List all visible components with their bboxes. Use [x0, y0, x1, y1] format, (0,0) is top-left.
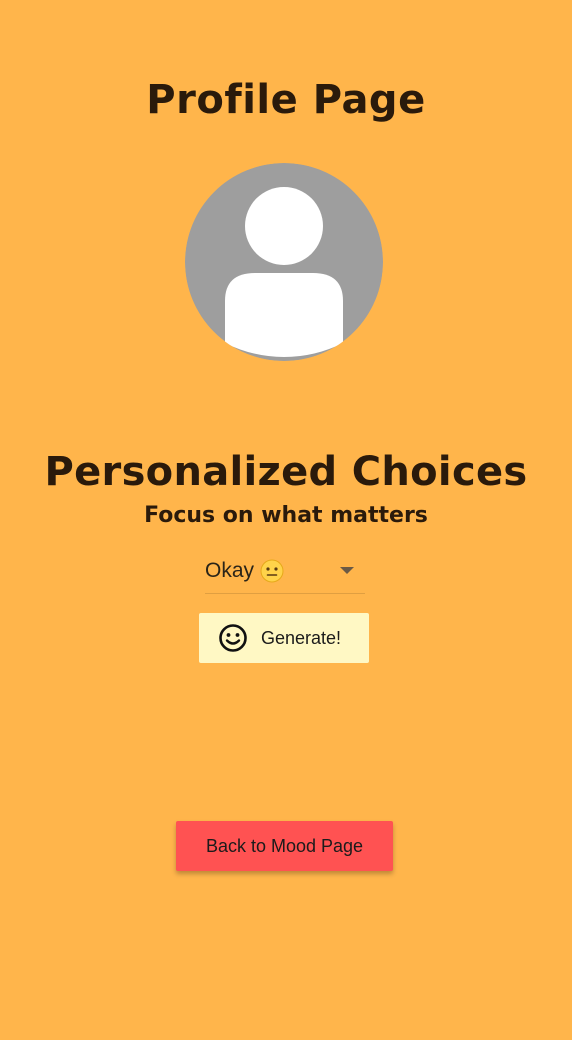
generate-button[interactable]: Generate! [199, 613, 369, 663]
back-to-mood-page-button[interactable]: Back to Mood Page [176, 821, 393, 871]
mood-dropdown-value: Okay [205, 557, 284, 585]
page-title: Profile Page [146, 77, 426, 123]
mood-dropdown[interactable]: Okay [205, 553, 365, 594]
section-subtitle: Focus on what matters [144, 503, 428, 528]
smiley-face-icon [219, 624, 247, 652]
section-title: Personalized Choices [44, 449, 528, 495]
default-user-avatar-icon [185, 163, 383, 361]
dropdown-arrow-icon[interactable] [340, 567, 354, 574]
generate-button-label: Generate! [261, 627, 342, 648]
neutral-face-emoji-icon [260, 559, 284, 583]
mood-dropdown-label: Okay [205, 559, 255, 582]
profile-avatar[interactable] [185, 163, 383, 361]
